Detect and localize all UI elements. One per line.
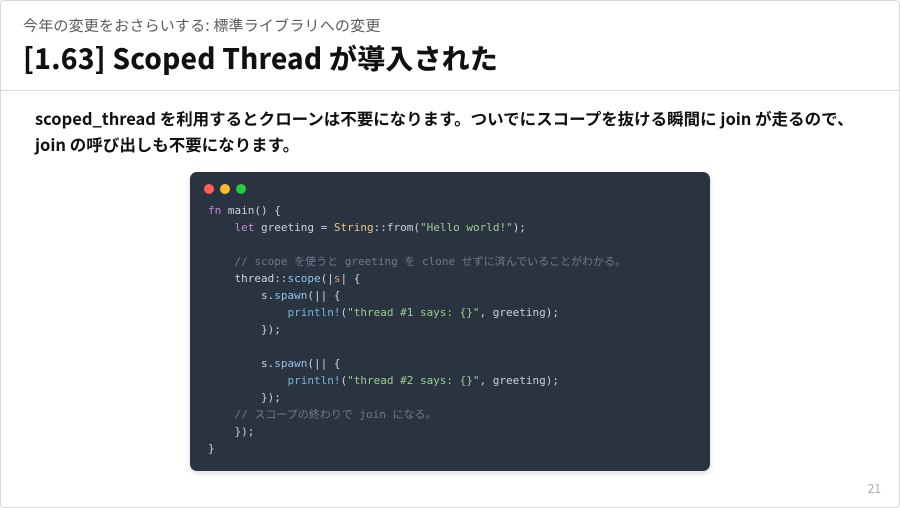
code-token: , greeting); <box>480 374 559 387</box>
code-token: }); <box>208 323 281 336</box>
code-token: spawn <box>274 289 307 302</box>
code-token: println! <box>287 374 340 387</box>
code-token: ::from( <box>374 221 420 234</box>
code-token: greeting = <box>254 221 333 234</box>
code-token: (| <box>321 272 334 285</box>
minimize-icon <box>220 184 230 194</box>
code-token <box>208 306 287 319</box>
code-token: s. <box>208 289 274 302</box>
page-number: 21 <box>868 480 881 497</box>
code-block-container: fn main() { let greeting = String::from(… <box>23 172 877 472</box>
divider <box>1 90 899 91</box>
code-token: (|| { <box>307 357 340 370</box>
code-token: }); <box>208 425 254 438</box>
code-block: fn main() { let greeting = String::from(… <box>190 172 710 472</box>
code-token: s. <box>208 357 274 370</box>
code-token <box>208 221 235 234</box>
code-token: main() { <box>221 204 281 217</box>
code-token: (|| { <box>307 289 340 302</box>
code-token <box>208 255 235 268</box>
code-token: } <box>208 442 215 455</box>
window-buttons <box>190 182 710 202</box>
code-token: spawn <box>274 357 307 370</box>
code-token <box>208 408 235 421</box>
code-token: "thread #1 says: {}" <box>347 306 479 319</box>
description: scoped_thread を利用するとクローンは不要になります。ついでにスコー… <box>23 105 877 158</box>
code-token: | { <box>340 272 360 285</box>
slide: 今年の変更をおさらいする: 標準ライブラリへの変更 [1.63] Scoped … <box>0 0 900 508</box>
code-token: }); <box>208 391 281 404</box>
code-token: ); <box>513 221 526 234</box>
code-token: println! <box>287 306 340 319</box>
code-token: let <box>235 221 255 234</box>
code-token: String <box>334 221 374 234</box>
code-lines: fn main() { let greeting = String::from(… <box>190 202 710 462</box>
code-token: fn <box>208 204 221 217</box>
code-comment: // スコープの終わりで join になる。 <box>235 408 437 421</box>
code-token <box>208 374 287 387</box>
code-token: thread:: <box>208 272 287 285</box>
page-title: [1.63] Scoped Thread が導入された <box>23 38 877 78</box>
close-icon <box>204 184 214 194</box>
zoom-icon <box>236 184 246 194</box>
code-comment: // scope を使うと greeting を clone せずに済んでいるこ… <box>235 255 627 268</box>
breadcrumb: 今年の変更をおさらいする: 標準ライブラリへの変更 <box>23 15 877 36</box>
code-token: "Hello world!" <box>420 221 513 234</box>
code-token: "thread #2 says: {}" <box>347 374 479 387</box>
code-token: scope <box>287 272 320 285</box>
code-token: , greeting); <box>480 306 559 319</box>
